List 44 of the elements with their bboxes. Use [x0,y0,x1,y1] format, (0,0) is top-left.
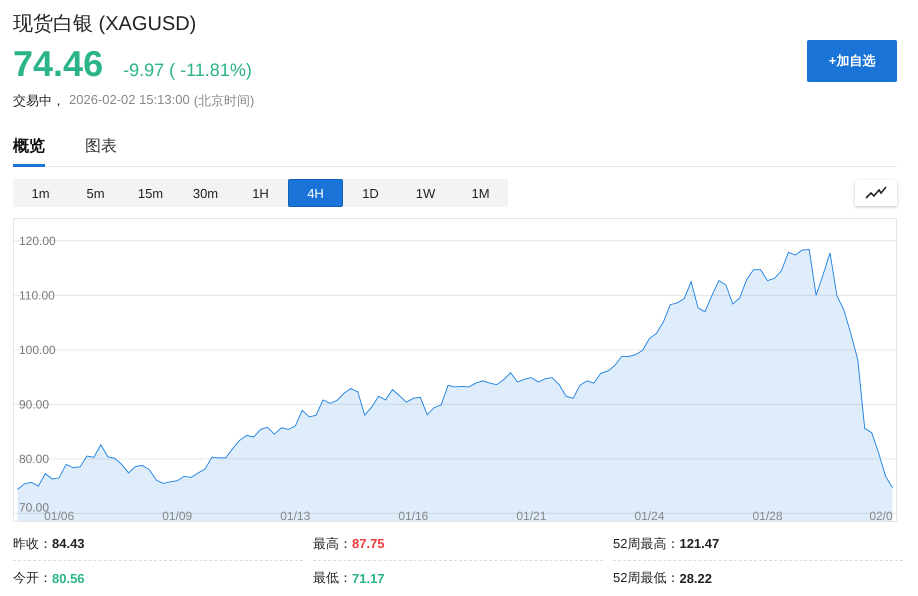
tab[interactable]: 图表 [85,132,117,167]
tab[interactable]: 概览 [13,132,45,167]
line-chart-icon [865,186,887,200]
interval-button[interactable]: 30m [178,179,233,207]
stat-label: 52周最低： [613,569,680,587]
stat-label: 52周最高： [613,534,680,552]
stat-value: 28.22 [679,570,712,586]
last-price: 74.46 [13,44,104,84]
interval-button[interactable]: 5m [68,179,123,207]
x-axis-label: 01/16 [398,509,428,521]
y-axis-label: 80.00 [19,452,50,466]
interval-button[interactable]: 1M [453,179,508,207]
x-axis-label: 01/21 [516,509,546,521]
stat-label: 今开： [13,569,52,587]
y-axis-label: 110.00 [19,288,55,302]
timezone-note: (北京时间) [194,92,254,110]
stat-value: 80.56 [52,570,85,586]
interval-button[interactable]: 1H [233,179,288,207]
interval-button[interactable]: 1D [343,179,398,207]
interval-button[interactable]: 4H [288,179,343,207]
instrument-title: 现货白银 (XAGUSD) [13,12,198,37]
x-axis-label: 01/13 [280,509,310,521]
y-axis-label: 90.00 [19,397,50,412]
interval-button[interactable]: 1m [13,179,68,207]
stat-value: 121.47 [679,536,720,551]
x-axis-label: 01/24 [634,509,664,521]
timestamp: 2026-02-02 15:13:00 [69,92,190,109]
stat-label: 最高： [313,534,352,552]
chart-type-button[interactable] [855,180,897,206]
stat-label: 最低： [313,569,352,587]
stat-value: 87.75 [352,536,385,551]
interval-button[interactable]: 1W [398,179,453,207]
stat-value: 71.17 [352,570,385,586]
y-axis-label: 100.00 [19,342,56,357]
stat-label: 昨收： [13,534,52,552]
add-watchlist-button[interactable]: +加自选 [807,40,897,82]
x-axis-label: 01/09 [162,509,192,521]
trading-status: 交易中， [13,92,65,110]
price-change: -9.97 ( -11.81%) [123,60,252,81]
x-axis-label: 01/28 [752,509,783,521]
stat-value: 84.43 [52,536,85,551]
y-axis-label: 120.00 [19,234,56,248]
interval-button[interactable]: 15m [123,179,178,207]
x-axis-label: 02/0 [869,509,893,521]
